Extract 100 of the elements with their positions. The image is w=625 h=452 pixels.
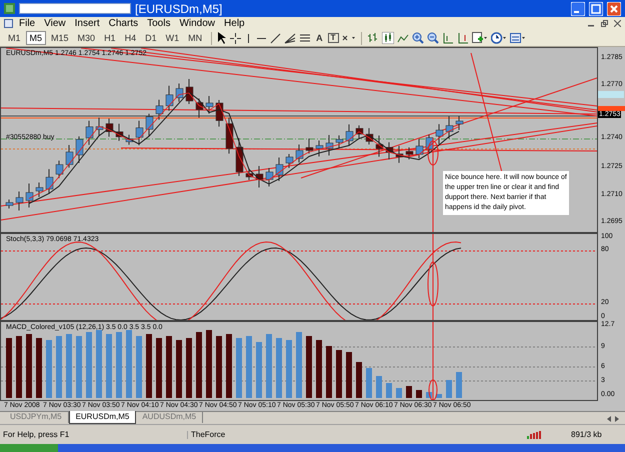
candlestick (376, 134, 384, 158)
text-tool-button[interactable]: A (314, 34, 325, 42)
histogram-bar (386, 383, 392, 398)
status-help-text: For Help, press F1 (2, 430, 70, 438)
candlestick (336, 134, 344, 149)
chart-shift-icon[interactable] (442, 32, 454, 44)
candlestick (56, 160, 64, 179)
candlestick (346, 124, 354, 146)
histogram-bar (406, 386, 412, 398)
timeframe-button[interactable]: M1 (4, 31, 25, 45)
scroll-right-icon[interactable] (615, 416, 619, 422)
bar-chart-icon[interactable] (366, 32, 378, 44)
candlestick (156, 99, 164, 120)
candlestick (36, 182, 44, 198)
clock-icon[interactable] (490, 32, 506, 44)
app-icon (4, 3, 15, 14)
close-icon[interactable] (614, 20, 621, 27)
fan-lines-icon[interactable] (284, 32, 296, 44)
highlight-ellipse (428, 140, 438, 166)
minimize-icon[interactable] (571, 2, 585, 16)
candlestick (436, 124, 444, 145)
maximize-icon[interactable] (589, 2, 603, 16)
timeframe-button[interactable]: M5 (26, 31, 46, 45)
candlestick (296, 144, 304, 163)
zoom-out-icon[interactable] (426, 32, 438, 44)
histogram-bar (266, 334, 272, 398)
histogram-bar (16, 336, 22, 398)
menu-item[interactable]: Insert (74, 18, 100, 28)
histogram-bar (396, 388, 402, 398)
histogram-bar (356, 362, 362, 398)
zoom-in-icon[interactable] (412, 32, 424, 44)
cursor-icon[interactable] (217, 32, 228, 44)
histogram-bar (206, 330, 212, 398)
timeframe-button[interactable]: H1 (100, 31, 120, 45)
histogram-bar (146, 334, 152, 398)
menu-item[interactable]: Tools (147, 18, 170, 28)
timeframe-button[interactable]: MN (184, 31, 206, 45)
histogram-bar (286, 340, 292, 398)
scroll-left-icon[interactable] (607, 416, 611, 422)
candlestick (216, 100, 224, 128)
menu-item[interactable]: Help (224, 18, 245, 28)
histogram-bar (226, 334, 232, 398)
histogram-bar (276, 338, 282, 398)
candlestick (326, 134, 334, 156)
timeframe-button[interactable]: M15 (47, 31, 73, 45)
timeframe-button[interactable]: D1 (141, 31, 161, 45)
histogram-bar (416, 390, 422, 398)
timeframe-button[interactable]: H4 (120, 31, 140, 45)
histogram-bar (316, 340, 322, 398)
histogram-bar (136, 336, 142, 398)
menu-item[interactable]: View (44, 18, 66, 28)
candlestick (226, 117, 234, 154)
template-icon[interactable] (510, 32, 526, 44)
histogram-bar (126, 330, 132, 398)
horizontal-lines-icon[interactable] (299, 32, 312, 44)
candlestick (46, 168, 54, 194)
candlestick (316, 140, 324, 157)
line-chart-icon[interactable] (396, 32, 408, 44)
candlestick (96, 117, 104, 136)
candlestick (236, 138, 244, 176)
menu-item[interactable]: Charts (108, 18, 138, 28)
histogram-bar (96, 330, 102, 398)
start-button[interactable] (0, 444, 58, 452)
chart-tab[interactable]: EURUSDm,M5 (68, 411, 136, 424)
autoscroll-icon[interactable] (456, 32, 468, 44)
candlestick (356, 124, 364, 139)
histogram-bar (446, 380, 452, 398)
add-indicator-icon[interactable] (472, 32, 488, 44)
candlestick (246, 168, 254, 180)
histogram-bar (66, 334, 72, 398)
menu-item[interactable]: Window (179, 18, 216, 28)
histogram-bar (236, 338, 242, 398)
candlestick-icon[interactable] (382, 32, 394, 44)
candlestick (186, 78, 194, 104)
candlestick (286, 154, 294, 168)
candlestick (446, 116, 454, 140)
histogram-bar (256, 342, 262, 398)
restore-icon[interactable] (601, 20, 608, 27)
menu-item[interactable]: File (19, 18, 36, 28)
candlestick (416, 138, 424, 159)
text-label-tool-button[interactable]: T (328, 33, 338, 43)
histogram-bar (26, 334, 32, 398)
candlestick (306, 138, 314, 154)
histogram-bar (456, 372, 462, 398)
connection-bars-icon (527, 430, 541, 438)
highlight-ellipse (428, 262, 438, 306)
candlestick (16, 191, 24, 211)
candlestick (366, 128, 374, 145)
crosshair-icon[interactable] (230, 32, 242, 44)
candlestick (136, 120, 144, 146)
candlestick (386, 142, 394, 160)
account-field[interactable] (19, 3, 131, 14)
candlestick (176, 83, 184, 102)
candlestick (146, 113, 154, 137)
timeframe-button[interactable]: M30 (74, 31, 100, 45)
histogram-bar (106, 334, 112, 398)
histogram-bar (366, 368, 372, 398)
trendline-icon[interactable] (270, 32, 282, 44)
candlestick (276, 157, 284, 182)
timeframe-button[interactable]: W1 (162, 31, 184, 45)
